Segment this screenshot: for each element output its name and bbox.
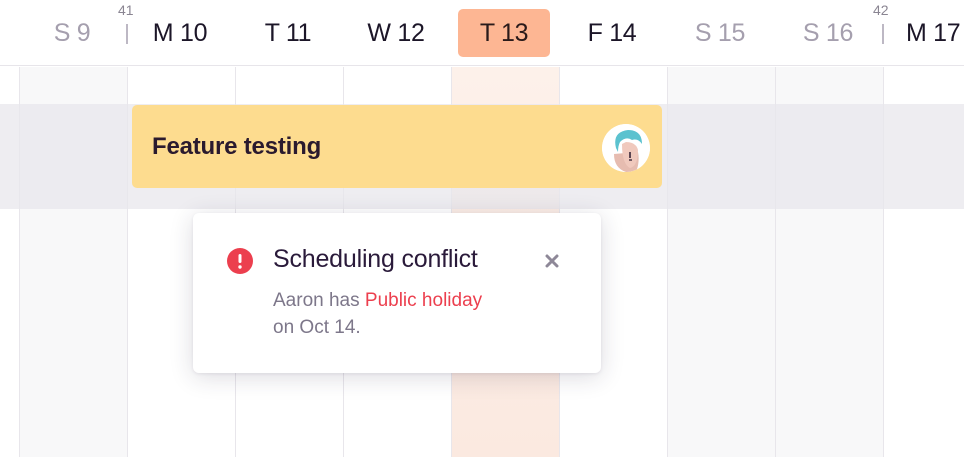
popover-message: Aaron has Public holiday on Oct 14. [273,287,503,341]
popover-title: Scheduling conflict [273,245,478,273]
day-label: T 11 [264,18,312,47]
today-highlight: T 13 [458,9,550,57]
date-header: S 9 41 M 10 T 11 W 12 T 13 F 14 S 15 S 1… [0,0,964,66]
scheduling-conflict-popover: Scheduling conflict Aaron has Public hol… [193,213,601,373]
day-label: M 10 [152,18,208,47]
day-header[interactable]: S 9 [18,0,126,66]
public-holiday-link[interactable]: Public holiday [365,290,482,311]
close-icon[interactable] [541,250,563,272]
day-header[interactable]: W 12 [342,0,450,66]
task-title: Feature testing [152,132,322,160]
day-label: S 15 [694,18,746,47]
day-header[interactable]: S 16 [774,0,882,66]
schedule-view: S 9 41 M 10 T 11 W 12 T 13 F 14 S 15 S 1… [0,0,964,457]
day-label: M 17 [906,18,961,47]
day-header[interactable]: F 14 [558,0,666,66]
alert-icon [227,248,253,274]
day-label: S 16 [802,18,854,47]
day-header[interactable]: M 17 [882,0,964,66]
day-header-today[interactable]: T 13 [450,0,558,66]
day-label: W 12 [367,18,425,47]
day-label: T 13 [479,18,529,47]
day-label: F 14 [587,18,637,47]
day-header[interactable]: M 10 [126,0,234,66]
message-prefix: Aaron has [273,290,365,311]
message-suffix: on Oct 14. [273,317,361,338]
task-bar[interactable]: Feature testing [132,105,662,188]
day-header[interactable]: S 15 [666,0,774,66]
day-header[interactable]: T 11 [234,0,342,66]
avatar-icon[interactable] [602,124,650,172]
day-label: S 9 [53,18,91,47]
